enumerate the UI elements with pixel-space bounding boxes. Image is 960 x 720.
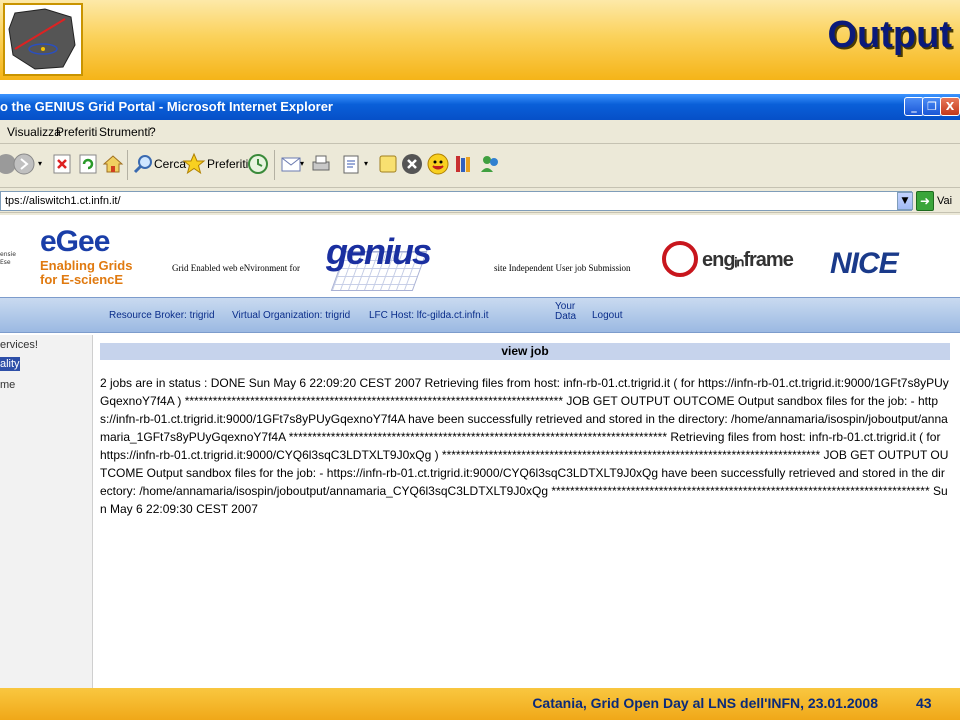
nav-virtual-organization[interactable]: Virtual Organization: trigrid bbox=[232, 310, 350, 321]
go-arrow-icon[interactable]: ➜ bbox=[916, 191, 934, 211]
window-title: o the GENIUS Grid Portal - Microsoft Int… bbox=[0, 99, 333, 114]
discuss-icon[interactable] bbox=[376, 152, 400, 176]
home-icon[interactable] bbox=[101, 152, 125, 176]
portal-navbar: Resource Broker: trigrid Virtual Organiz… bbox=[0, 297, 960, 333]
egee-logo[interactable]: eGee Enabling Grids for E-sciencE bbox=[40, 225, 132, 287]
minimize-button[interactable]: _ bbox=[904, 97, 924, 116]
genius-logo[interactable]: genius bbox=[326, 231, 432, 273]
slide-footer: Catania, Grid Open Day al LNS dell'INFN,… bbox=[0, 688, 960, 720]
go-button[interactable]: Vai bbox=[937, 195, 952, 207]
refresh-icon[interactable] bbox=[76, 152, 100, 176]
favorites-label[interactable]: Preferiti bbox=[207, 157, 248, 171]
stop-icon[interactable] bbox=[50, 152, 74, 176]
print-icon[interactable] bbox=[309, 152, 333, 176]
egee-subtitle-2: for E-sciencE bbox=[40, 272, 124, 287]
toolbar: ▾ Cerca Preferiti ▾ ▾ bbox=[0, 144, 960, 188]
search-icon[interactable] bbox=[132, 152, 156, 176]
toolbar-separator bbox=[127, 150, 128, 180]
mail-dropdown-icon[interactable]: ▾ bbox=[300, 159, 304, 168]
job-output-text: 2 jobs are in status : DONE Sun May 6 22… bbox=[100, 376, 949, 516]
window-titlebar: o the GENIUS Grid Portal - Microsoft Int… bbox=[0, 94, 960, 120]
sidebar-item-home[interactable]: me bbox=[0, 379, 15, 391]
nav-lfc-host[interactable]: LFC Host: lfc-gilda.ct.infn.it bbox=[369, 310, 488, 321]
egee-side-text: ensie Ese bbox=[0, 251, 16, 266]
ie-window: o the GENIUS Grid Portal - Microsoft Int… bbox=[0, 94, 960, 688]
web-page: ensie Ese eGee Enabling Grids for E-scien… bbox=[0, 215, 960, 688]
enginframe-wordmark: engᵢₙframe bbox=[702, 249, 794, 271]
edit-dropdown-icon[interactable]: ▾ bbox=[364, 159, 368, 168]
sidebar-item-services[interactable]: ervices! bbox=[0, 339, 38, 351]
genius-tagline-right: site Independent User job Submission bbox=[494, 263, 631, 273]
forward-icon[interactable] bbox=[12, 152, 36, 176]
page-number: 43 bbox=[916, 695, 932, 711]
nice-logo[interactable]: NICE bbox=[830, 247, 899, 281]
favorites-star-icon[interactable] bbox=[182, 152, 206, 176]
nav-your-data[interactable]: Your Data bbox=[555, 302, 576, 322]
restore-button[interactable]: ❐ bbox=[922, 97, 942, 116]
cometa-logo bbox=[3, 3, 83, 76]
address-bar: tps://aliswitch1.ct.infn.it/ ▼ ➜ Vai bbox=[0, 189, 960, 213]
nav-resource-broker[interactable]: Resource Broker: trigrid bbox=[109, 310, 215, 321]
nav-your-data-line2: Data bbox=[555, 311, 577, 322]
job-content: view job 2 jobs are in status : DONE Sun… bbox=[100, 343, 950, 518]
edit-icon[interactable] bbox=[339, 152, 363, 176]
enginframe-circle-icon bbox=[662, 241, 698, 277]
menu-strumenti[interactable]: Strumenti bbox=[99, 125, 150, 139]
egee-subtitle-1: Enabling Grids bbox=[40, 258, 133, 273]
menu-help[interactable]: ? bbox=[149, 125, 156, 139]
toolbar-separator bbox=[274, 150, 275, 180]
footer-text: Catania, Grid Open Day al LNS dell'INFN,… bbox=[532, 695, 878, 711]
messenger-users-icon[interactable] bbox=[478, 152, 502, 176]
menu-preferiti[interactable]: Preferiti bbox=[56, 125, 97, 139]
menu-bar: Visualizza Preferiti Strumenti ? bbox=[0, 120, 960, 164]
messenger-smiley-icon[interactable] bbox=[426, 152, 450, 176]
address-input[interactable]: tps://aliswitch1.ct.infn.it/ bbox=[0, 191, 912, 211]
portal-banner: ensie Ese eGee Enabling Grids for E-scien… bbox=[0, 215, 960, 297]
address-dropdown-icon[interactable]: ▼ bbox=[897, 192, 913, 210]
egee-wordmark: eGee bbox=[40, 225, 110, 258]
nav-logout[interactable]: Logout bbox=[592, 310, 623, 321]
portal-sidebar: ervices! ality me bbox=[0, 335, 93, 688]
slide-header: Output bbox=[0, 0, 960, 80]
close-button[interactable]: X bbox=[940, 97, 960, 116]
history-icon[interactable] bbox=[246, 152, 270, 176]
genius-tagline-left: Grid Enabled web eNvironment for bbox=[172, 263, 300, 273]
slide-title: Output bbox=[827, 14, 952, 56]
forward-dropdown-icon[interactable]: ▾ bbox=[38, 159, 42, 168]
research-books-icon[interactable] bbox=[452, 152, 476, 176]
sidebar-item-functionality[interactable]: ality bbox=[0, 357, 20, 371]
view-job-header: view job bbox=[100, 343, 950, 360]
x-circle-icon[interactable] bbox=[400, 152, 424, 176]
menu-visualizza[interactable]: Visualizza bbox=[7, 125, 61, 139]
